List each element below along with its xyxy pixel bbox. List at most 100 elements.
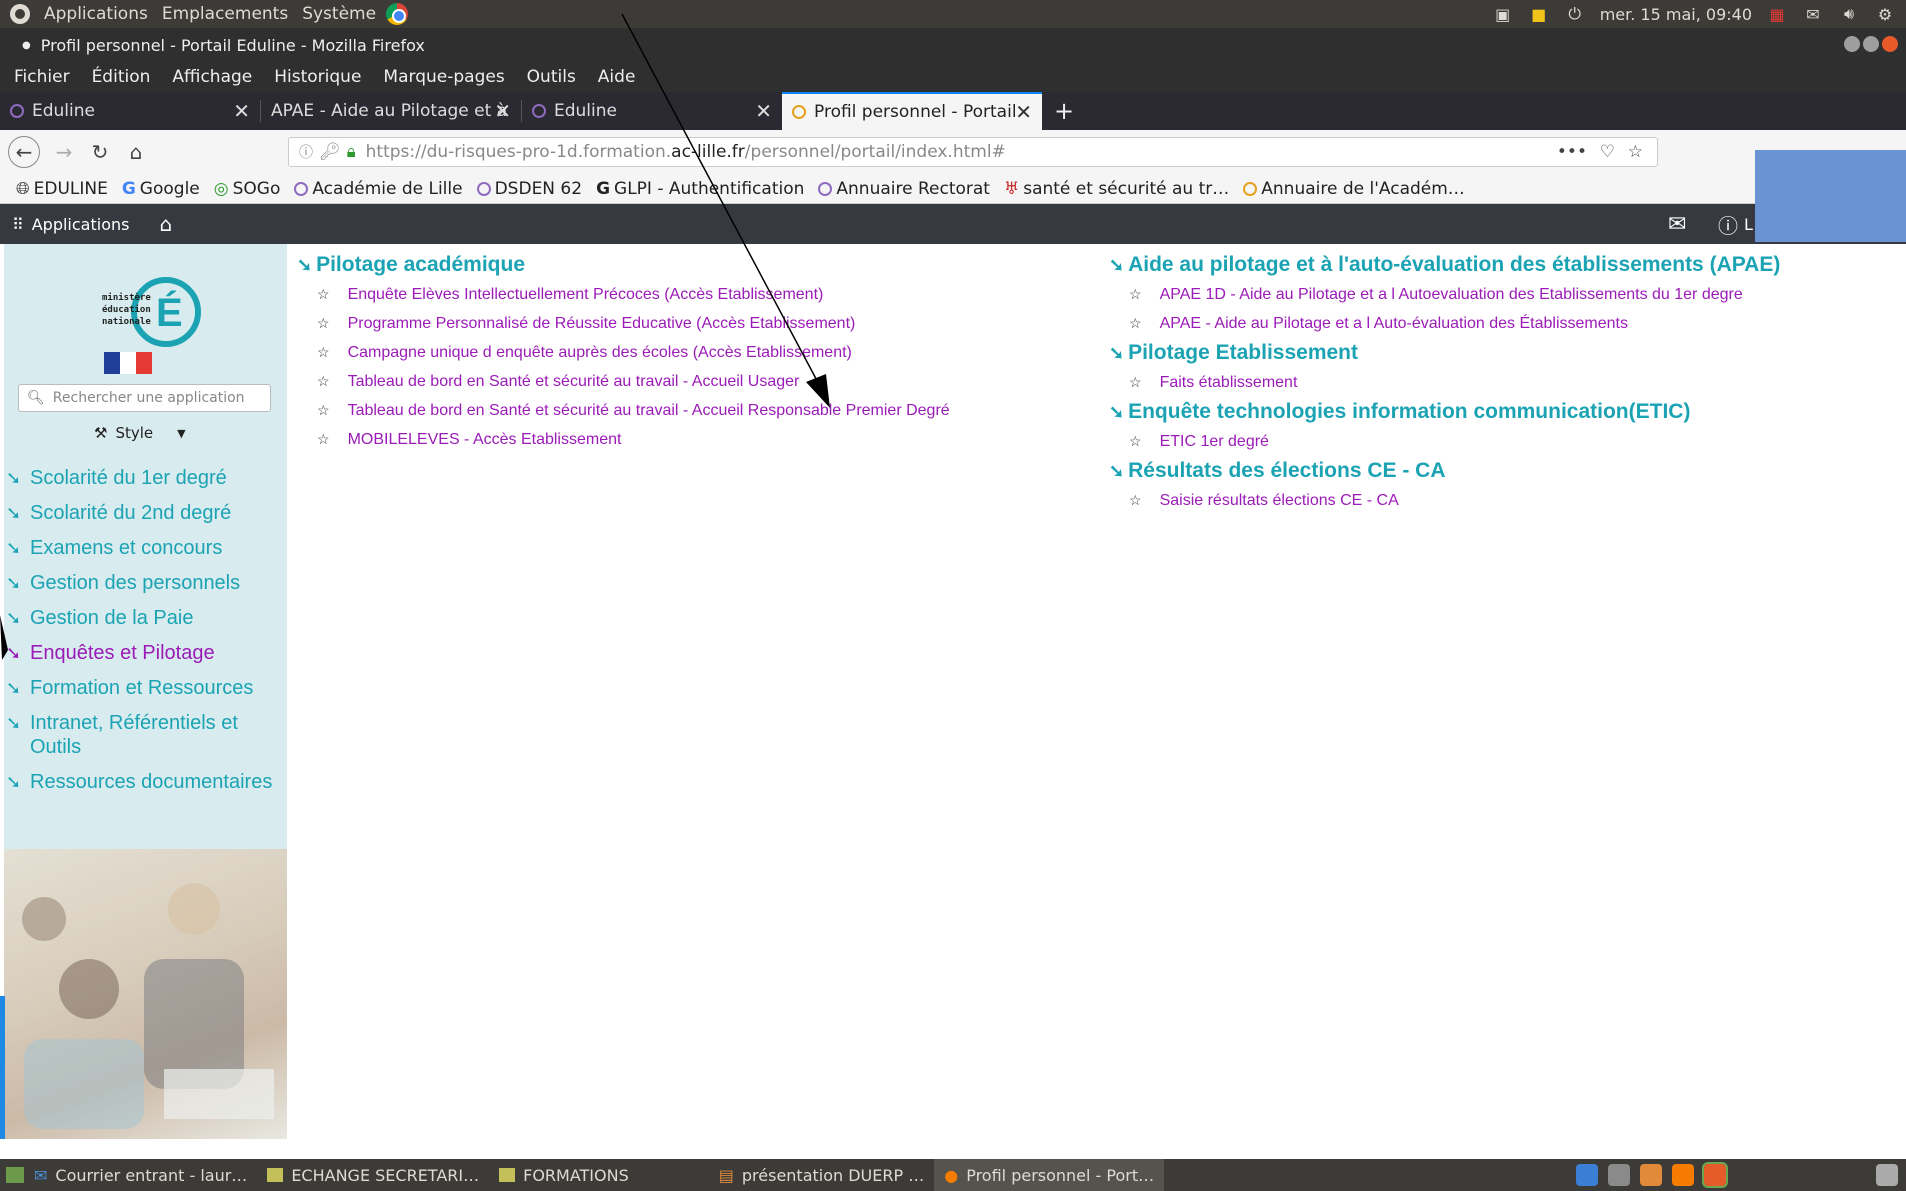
star-icon[interactable]: ☆ — [1129, 315, 1142, 332]
bookmark-glpi[interactable]: G GLPI - Authentification — [596, 179, 804, 199]
app-link-ssst-responsable[interactable]: ☆ Tableau de bord en Santé et sécurité au… — [297, 396, 950, 425]
star-icon[interactable]: ☆ — [317, 431, 330, 448]
applications-link[interactable]: Applications — [32, 215, 130, 234]
chrome-launcher-icon[interactable] — [386, 3, 409, 25]
taskbar-firefox[interactable]: ● Profil personnel - Port… — [934, 1159, 1165, 1191]
sidebar-item-ressources[interactable]: ➘ Ressources documentaires — [4, 770, 287, 794]
panel-applications-menu[interactable]: Applications — [44, 4, 148, 24]
volume-icon[interactable]: 🔊︎ — [1838, 4, 1860, 23]
close-window-button[interactable] — [1882, 36, 1898, 52]
app-link-eip[interactable]: ☆ Enquête Elèves Intellectuellement Préco… — [297, 280, 950, 309]
pocket-icon[interactable]: ♡ — [1600, 142, 1615, 162]
app-link-apae-1d[interactable]: ☆ APAE 1D - Aide au Pilotage et a l Autoe… — [1109, 280, 1780, 309]
user-icon[interactable]: ⓘ — [1718, 210, 1738, 239]
calculator-launcher-icon[interactable] — [1608, 1164, 1630, 1186]
star-icon[interactable]: ☆ — [317, 373, 330, 390]
mail-icon[interactable]: ✉ — [1668, 212, 1686, 237]
maximize-button[interactable] — [1863, 36, 1879, 52]
info-icon[interactable]: ⓘ — [299, 142, 313, 162]
bookmark-dsden62[interactable]: DSDEN 62 — [476, 179, 582, 199]
document-launcher-icon[interactable] — [1640, 1164, 1662, 1186]
taskbar-presentation[interactable]: ▤ présentation DUERP … — [709, 1159, 934, 1191]
tab-close-icon[interactable]: ✕ — [1015, 100, 1032, 124]
mail-icon[interactable]: ✉ — [1802, 5, 1824, 24]
star-icon[interactable]: ☆ — [317, 402, 330, 419]
tab-profil-personnel[interactable]: Profil personnel - Portail ✕ — [782, 92, 1042, 130]
tab-apae[interactable]: APAE - Aide au Pilotage et à ✕ — [261, 92, 521, 130]
panel-emplacements-menu[interactable]: Emplacements — [162, 4, 288, 24]
star-icon[interactable]: ☆ — [317, 344, 330, 361]
menu-affichage[interactable]: Affichage — [172, 67, 252, 87]
tab-close-icon[interactable]: ✕ — [755, 99, 772, 123]
show-desktop-icon[interactable] — [6, 1167, 24, 1183]
bookmark-sante-securite[interactable]: ♅ santé et sécurité au tr… — [1004, 179, 1229, 199]
sidebar-item-intranet[interactable]: ➘ Intranet, Référentiels et Outils — [4, 711, 287, 759]
forward-arrow-icon[interactable]: → — [48, 136, 80, 168]
style-selector[interactable]: ⚒ Style ▼ — [94, 424, 186, 442]
user-label[interactable]: L — [1744, 215, 1753, 234]
bookmark-star-icon[interactable]: ☆ — [1628, 142, 1643, 162]
tab-eduline-2[interactable]: Eduline ✕ — [522, 92, 782, 130]
new-tab-plus-icon[interactable]: + — [1042, 92, 1086, 130]
power-icon[interactable]: ⏻ — [1564, 4, 1586, 23]
app-link-etic[interactable]: ☆ ETIC 1er degré — [1109, 427, 1780, 456]
firefox-launcher-icon[interactable] — [1672, 1164, 1694, 1186]
menu-marque-pages[interactable]: Marque-pages — [383, 67, 504, 87]
home-icon[interactable]: ⌂ — [120, 136, 152, 168]
home-icon[interactable]: ⌂ — [159, 212, 172, 236]
taskbar-formations[interactable]: FORMATIONS — [489, 1159, 639, 1191]
firefox-active-launcher-icon[interactable] — [1702, 1162, 1728, 1188]
menu-fichier[interactable]: Fichier — [14, 67, 70, 87]
sidebar-item-examens[interactable]: ➘ Examens et concours — [4, 536, 287, 560]
sidebar-item-enquetes[interactable]: ➘ Enquêtes et Pilotage — [4, 641, 287, 665]
sidebar-item-personnels[interactable]: ➘ Gestion des personnels — [4, 571, 287, 595]
minimize-button[interactable] — [1844, 36, 1860, 52]
star-icon[interactable]: ☆ — [317, 286, 330, 303]
bookmark-academie-lille[interactable]: Académie de Lille — [294, 179, 463, 199]
star-icon[interactable]: ☆ — [1129, 374, 1142, 391]
sidebar-item-scolarite-1er[interactable]: ➘ Scolarité du 1er degré — [4, 466, 287, 490]
app-search-input[interactable]: 🔍︎ Rechercher une application — [18, 384, 271, 412]
app-link-mobileleves[interactable]: ☆ MOBILELEVES - Accès Etablissement — [297, 425, 950, 454]
apps-grid-icon[interactable]: ⠿ — [12, 215, 24, 234]
bookmark-eduline[interactable]: 🌐︎ EDULINE — [16, 179, 108, 199]
tab-eduline-1[interactable]: Eduline ✕ — [0, 92, 260, 130]
app-link-faits-etablissement[interactable]: ☆ Faits établissement — [1109, 368, 1780, 397]
trash-icon[interactable] — [1876, 1164, 1898, 1186]
bookmark-annuaire-rectorat[interactable]: Annuaire Rectorat — [818, 179, 990, 199]
taskbar-courrier[interactable]: ✉ Courrier entrant - laur… — [24, 1159, 257, 1191]
ubuntu-logo-icon[interactable] — [10, 4, 30, 24]
menu-edition[interactable]: Édition — [92, 67, 151, 87]
settings-gear-icon[interactable]: ⚙ — [1874, 5, 1896, 24]
indicator-icon[interactable]: ▦ — [1766, 5, 1788, 24]
app-link-apae[interactable]: ☆ APAE - Aide au Pilotage et a l Auto-éva… — [1109, 309, 1780, 338]
app-link-ppre[interactable]: ☆ Programme Personnalisé de Réussite Educ… — [297, 309, 950, 338]
folder-icon[interactable]: ■ — [1528, 5, 1550, 24]
sidebar-item-paie[interactable]: ➘ Gestion de la Paie — [4, 606, 287, 630]
back-arrow-icon[interactable]: ← — [8, 136, 40, 168]
page-actions-icon[interactable]: ••• — [1557, 142, 1587, 162]
panel-systeme-menu[interactable]: Système — [302, 4, 376, 24]
bookmark-google[interactable]: G Google — [122, 179, 200, 199]
star-icon[interactable]: ☆ — [317, 315, 330, 332]
sidebar-item-scolarite-2nd[interactable]: ➘ Scolarité du 2nd degré — [4, 501, 287, 525]
app-link-campagne[interactable]: ☆ Campagne unique d enquête auprès des éc… — [297, 338, 950, 367]
reload-icon[interactable]: ↻ — [84, 136, 116, 168]
taskbar-echange[interactable]: ECHANGE SECRETARI… — [257, 1159, 489, 1191]
app-link-saisie-elections[interactable]: ☆ Saisie résultats élections CE - CA — [1109, 486, 1780, 515]
star-icon[interactable]: ☆ — [1129, 286, 1142, 303]
tab-close-icon[interactable]: ✕ — [233, 99, 250, 123]
bookmark-annuaire-academie[interactable]: Annuaire de l'Académ… — [1243, 179, 1465, 199]
screen-lock-icon[interactable]: ▣ — [1492, 5, 1514, 24]
menu-outils[interactable]: Outils — [527, 67, 576, 87]
app-link-ssst-usager[interactable]: ☆ Tableau de bord en Santé et sécurité au… — [297, 367, 950, 396]
tab-close-icon[interactable]: ✕ — [494, 99, 511, 123]
sidebar-item-formation[interactable]: ➘ Formation et Ressources — [4, 676, 287, 700]
menu-historique[interactable]: Historique — [274, 67, 361, 87]
menu-aide[interactable]: Aide — [598, 67, 636, 87]
thunderbird-launcher-icon[interactable] — [1576, 1164, 1598, 1186]
url-bar[interactable]: ⓘ 🔑︎ 🔒︎ https://du-risques-pro-1d.format… — [288, 137, 1658, 167]
star-icon[interactable]: ☆ — [1129, 433, 1142, 450]
clock[interactable]: mer. 15 mai, 09:40 — [1600, 5, 1752, 24]
bookmark-sogo[interactable]: ◎ SOGo — [214, 179, 281, 199]
